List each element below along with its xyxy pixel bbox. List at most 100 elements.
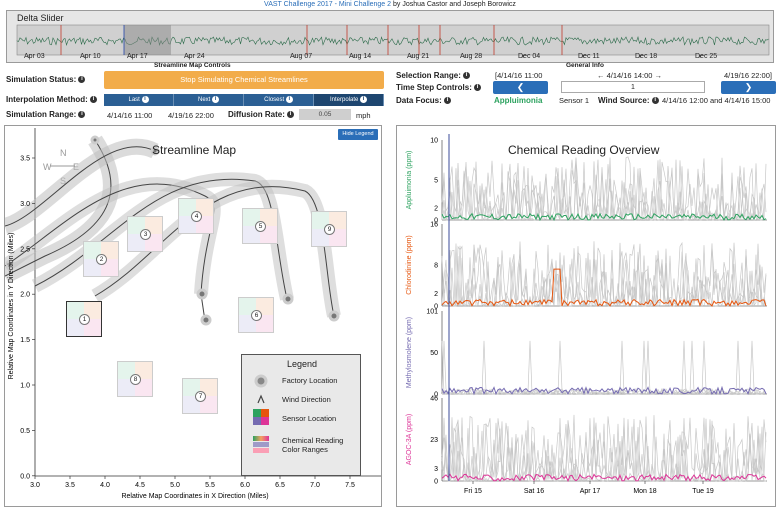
- panel-axis-label: Appluimonia (ppm): [406, 151, 413, 210]
- slider-date-label: Aug 14: [349, 53, 371, 60]
- stop-simulation-button[interactable]: Stop Simulating Chemical Streamlines: [104, 71, 384, 89]
- sensor-box[interactable]: 8: [117, 361, 153, 397]
- sensor-box[interactable]: 9: [311, 211, 347, 247]
- chemical-overview-panel: Chemical Reading Overview 10 5 2 0 Appluimon…: [396, 125, 776, 507]
- info-icon[interactable]: i: [360, 95, 368, 103]
- info-icon[interactable]: i: [287, 111, 295, 119]
- sensor-box[interactable]: 1: [66, 301, 102, 337]
- slider-timeline[interactable]: Apr 03 Apr 10 Apr 17 Apr 24 Aug 07 Aug 14 Aug …: [7, 11, 775, 64]
- x-tick-label: 7.0: [310, 482, 320, 489]
- y-tick-label: 8: [434, 263, 438, 270]
- step-back-button[interactable]: ❮: [493, 81, 548, 94]
- y-tick-label: 10: [430, 138, 438, 145]
- slider-date-label: Dec 11: [578, 53, 600, 60]
- interp-interpolate-button[interactable]: Interpolate i: [314, 94, 384, 106]
- chemical-chart[interactable]: 10520Appluimonia (ppm)16820Chlorodinine …: [397, 126, 777, 508]
- info-icon[interactable]: i: [285, 95, 293, 103]
- info-icon[interactable]: i: [474, 84, 482, 92]
- hide-legend-button[interactable]: Hide Legend: [338, 129, 378, 140]
- panel-axis-label: AGOC-3A (ppm): [406, 414, 413, 465]
- interp-next-button[interactable]: Next i: [174, 94, 244, 106]
- sensor-icon: [253, 409, 269, 425]
- diffusion-rate-label: Diffusion Rate:: [228, 110, 285, 119]
- sensor-box[interactable]: 7: [182, 378, 218, 414]
- chevron-right-icon: ❯: [744, 82, 753, 92]
- selection-range-label: Selection Range:: [396, 71, 461, 80]
- y-axis-label: Relative Map Coordinates in Y Direction …: [8, 233, 15, 380]
- info-icon[interactable]: i: [463, 72, 471, 80]
- interp-label: Interpolation Method:: [6, 95, 88, 104]
- sensor-label: 9: [324, 224, 335, 235]
- legend-sensor: Sensor Location: [282, 414, 337, 423]
- selection-range-end: 4/19/16 22:00]: [724, 71, 772, 80]
- info-icon[interactable]: i: [651, 97, 659, 105]
- diffusion-rate-input[interactable]: 0.05: [299, 109, 351, 120]
- data-focus-chemical: Appluimonia: [494, 96, 543, 105]
- sim-range-end: 4/19/16 22:00: [168, 111, 214, 120]
- controls-section-title: Streamline Map Controls: [154, 62, 231, 69]
- y-tick-label: 101: [426, 309, 438, 316]
- interp-closest-button[interactable]: Closest i: [244, 94, 314, 106]
- legend-wind: Wind Direction: [282, 395, 331, 404]
- panel-axis-label: Chlorodinine (ppm): [406, 235, 413, 295]
- background-series-line: [441, 340, 767, 396]
- y-tick-label: 2.5: [20, 246, 30, 253]
- factory-marker: [200, 314, 212, 326]
- sensor-box[interactable]: 2: [83, 241, 119, 277]
- sim-status-label: Simulation Status:: [6, 75, 77, 84]
- x-tick-label: 3.5: [65, 482, 75, 489]
- diffusion-rate-unit: mph: [356, 111, 371, 120]
- step-forward-button[interactable]: ❯: [721, 81, 776, 94]
- sensor-box[interactable]: 3: [127, 216, 163, 252]
- slider-date-label: Dec 18: [635, 53, 657, 60]
- info-icon[interactable]: i: [78, 111, 86, 119]
- y-tick-label: 16: [430, 222, 438, 229]
- sensor-label: 3: [140, 229, 151, 240]
- panel-axis-label: Methylosmolene (ppm): [406, 317, 413, 388]
- svg-text:W: W: [43, 162, 52, 172]
- factory-marker: [328, 310, 340, 322]
- sim-range-start: 4/14/16 11:00: [107, 111, 153, 120]
- info-icon[interactable]: i: [90, 96, 97, 104]
- y-tick-label: 2: [434, 291, 438, 298]
- sensor-box[interactable]: 5: [242, 208, 278, 244]
- x-axis-label: Relative Map Coordinates in X Direction …: [121, 493, 268, 500]
- sensor-label: 4: [191, 211, 202, 222]
- info-icon[interactable]: i: [78, 76, 86, 84]
- background-series-line: [441, 340, 767, 395]
- legend-ranges-line1: Chemical Reading: [282, 436, 344, 445]
- selection-range-start: [4/14/16 11:00: [495, 71, 543, 80]
- slider-date-label: Apr 03: [24, 53, 45, 60]
- y-tick-label: 3.0: [20, 201, 30, 208]
- factory-marker: [90, 135, 100, 145]
- y-tick-label: 2.0: [20, 292, 30, 299]
- data-focus-sensor: Sensor 1: [559, 96, 590, 105]
- chevron-left-icon: ❮: [516, 82, 525, 92]
- legend-ranges-line2: Color Ranges: [282, 445, 328, 454]
- slider-date-label: Apr 17: [127, 53, 148, 60]
- selection-range-current: ← 4/14/16 14:00 →: [597, 71, 663, 80]
- sensor-label: 8: [130, 374, 141, 385]
- y-tick-label: 5: [434, 178, 438, 185]
- info-icon[interactable]: i: [141, 95, 149, 103]
- time-step-input[interactable]: 1: [561, 81, 705, 93]
- delta-slider[interactable]: Delta Slider Apr 03 Apr 10 Apr 17 Apr 24 Aug…: [6, 10, 774, 63]
- byline: by Joshua Castor and Joseph Borowicz: [391, 1, 516, 8]
- y-tick-label: 3: [434, 466, 438, 473]
- info-icon[interactable]: i: [444, 97, 452, 105]
- info-icon[interactable]: i: [212, 95, 219, 103]
- factory-marker: [282, 293, 294, 305]
- slider-date-label: Apr 24: [184, 53, 205, 60]
- x-tick-label: 4.0: [100, 482, 110, 489]
- slider-selection[interactable]: [124, 25, 171, 55]
- interpolation-segmented-control[interactable]: Last i Next i Closest i Interpolate i: [104, 94, 384, 106]
- interp-last-button[interactable]: Last i: [104, 94, 174, 106]
- y-tick-label: 0.5: [20, 428, 30, 435]
- x-tick-label: 3.0: [30, 482, 40, 489]
- slider-date-label: Apr 10: [80, 53, 101, 60]
- sensor-box[interactable]: 4: [178, 198, 214, 234]
- sensor-box[interactable]: 6: [238, 297, 274, 333]
- x-tick-label: 5.0: [170, 482, 180, 489]
- streamlines: [5, 135, 341, 322]
- y-tick-label: 3.5: [20, 156, 30, 163]
